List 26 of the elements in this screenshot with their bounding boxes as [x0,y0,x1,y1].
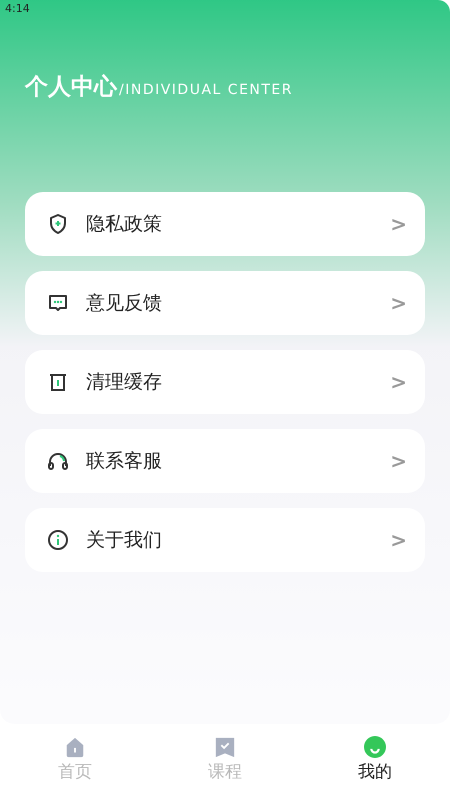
menu-item[interactable]: 联系客服 > [25,429,425,493]
menu-item[interactable]: 隐私政策 > [25,192,425,256]
chevron-icon: > [390,212,407,236]
menu-label: 意见反馈 [86,291,163,316]
menu-item[interactable]: 关于我们 > [25,508,425,572]
smile-icon [364,736,386,758]
menu-item[interactable]: 清理缓存 > [25,350,425,414]
chevron-icon: > [390,449,407,473]
chevron-icon: > [390,370,407,394]
chevron-icon: > [390,291,407,315]
menu-label: 联系客服 [86,449,163,474]
tab-label: 我的 [358,761,392,783]
info-icon [46,528,70,552]
status-time: 4:14 [5,2,30,15]
nav-tab[interactable]: 我的 [300,724,450,800]
menu-label: 隐私政策 [86,212,163,237]
bookmark-check-icon [214,736,236,758]
page-title: 个人中心 [25,73,117,102]
tab-label: 课程 [208,761,242,783]
menu-label: 清理缓存 [86,370,163,395]
tab-label: 首页 [58,761,92,783]
menu-label: 关于我们 [86,528,163,553]
home-icon [64,736,86,758]
page-subtitle: /INDIVIDUAL CENTER [119,82,294,98]
chevron-icon: > [390,528,407,552]
menu-item[interactable]: 意见反馈 > [25,271,425,335]
